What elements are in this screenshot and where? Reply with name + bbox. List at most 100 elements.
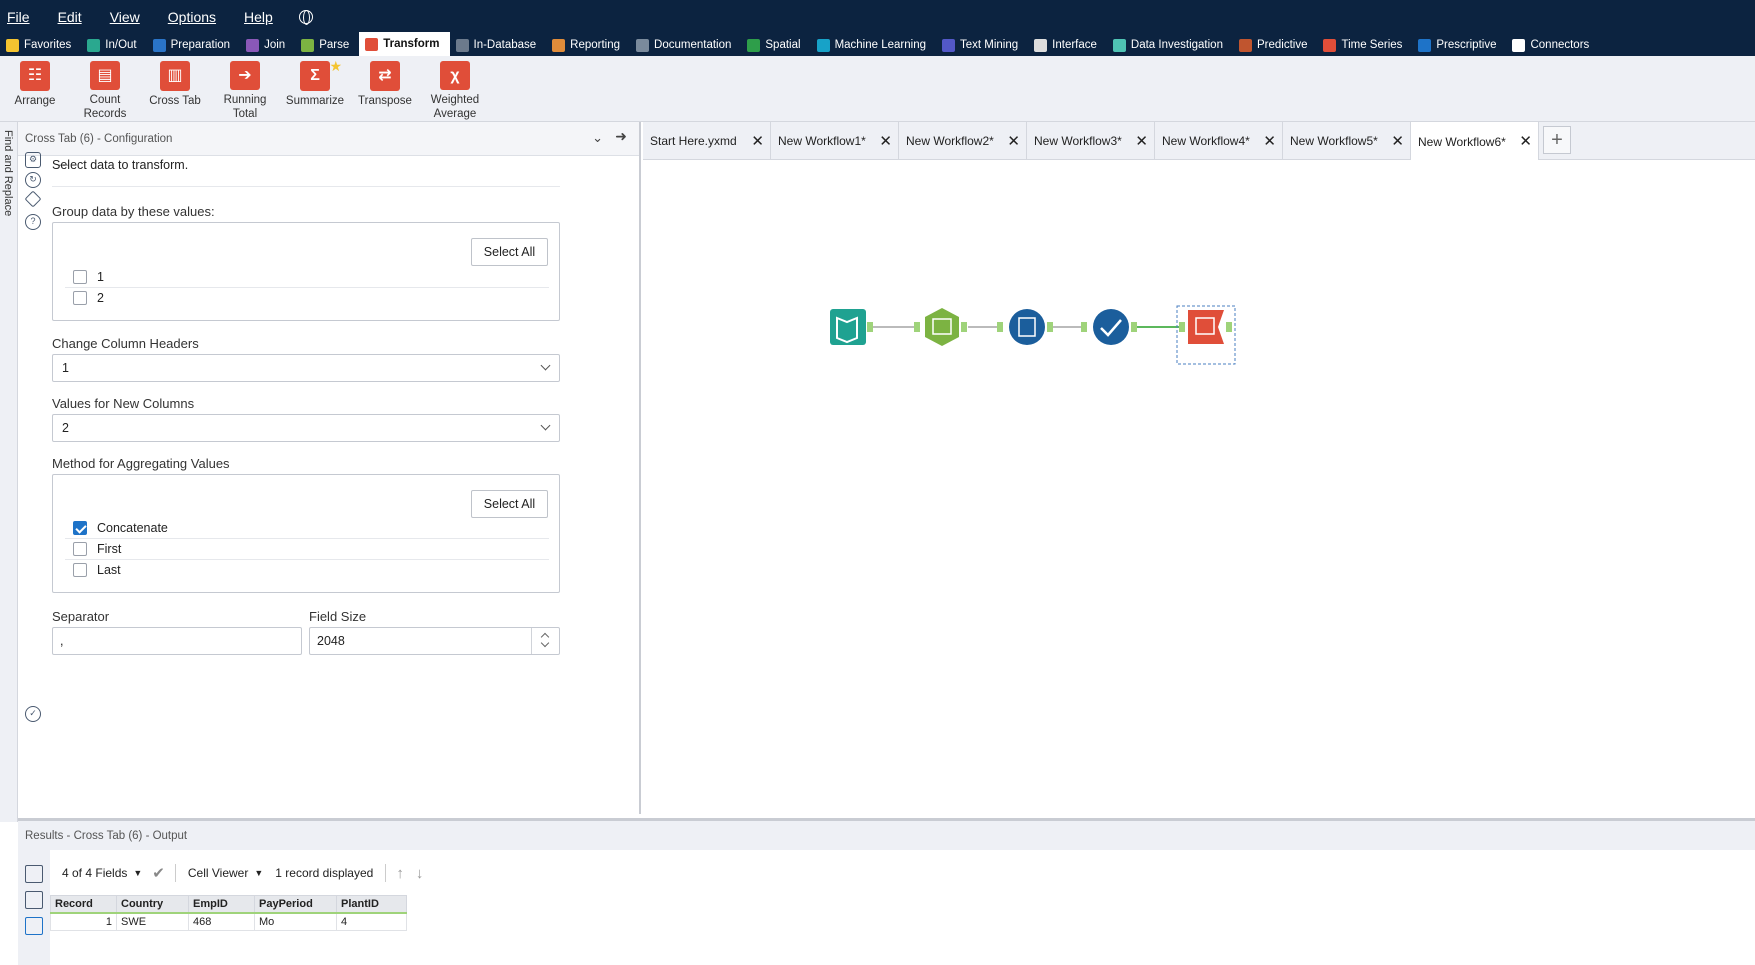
category-tab-favorites[interactable]: Favorites: [0, 34, 81, 56]
workflow-tab[interactable]: New Workflow5* ✕: [1283, 122, 1411, 159]
field-size-stepper[interactable]: [531, 628, 559, 654]
table-cell[interactable]: 4: [336, 912, 407, 931]
new-tab-plus-icon[interactable]: +: [1543, 126, 1571, 154]
cross-tab-tool-selected-icon[interactable]: [1176, 305, 1236, 365]
category-tab-text-mining[interactable]: Text Mining: [936, 34, 1028, 56]
column-header[interactable]: EmpID: [188, 895, 255, 914]
arrow-up-icon[interactable]: ↑: [396, 865, 404, 882]
table-view-icon[interactable]: [25, 865, 43, 883]
close-icon[interactable]: ✕: [1135, 132, 1148, 150]
method-last[interactable]: Last: [73, 563, 121, 577]
column-header[interactable]: Country: [116, 895, 189, 914]
table-cell[interactable]: SWE: [116, 912, 189, 931]
close-icon[interactable]: ✕: [1007, 132, 1020, 150]
tool-arrange[interactable]: ☷ Arrange: [0, 56, 70, 121]
category-tab-in-out[interactable]: In/Out: [81, 34, 146, 56]
chevron-down-icon[interactable]: [540, 638, 550, 648]
close-icon[interactable]: ✕: [879, 132, 892, 150]
checkbox[interactable]: [73, 542, 87, 556]
category-tab-spatial[interactable]: Spatial: [741, 34, 810, 56]
workflow-tab[interactable]: New Workflow4* ✕: [1155, 122, 1283, 159]
table-cell[interactable]: Mo: [254, 912, 337, 931]
category-tab-transform[interactable]: Transform: [359, 32, 450, 56]
field-size-input[interactable]: 2048: [309, 627, 560, 655]
tool-weighted-average[interactable]: χ Weighted Average: [420, 56, 490, 121]
category-tab-data-investigation[interactable]: Data Investigation: [1107, 34, 1233, 56]
select-tool-icon[interactable]: [914, 308, 967, 346]
chevron-down-icon[interactable]: ⌄: [592, 130, 603, 146]
category-tab-interface[interactable]: Interface: [1028, 34, 1107, 56]
category-tab-predictive[interactable]: Predictive: [1233, 34, 1318, 56]
globe-icon[interactable]: [298, 10, 313, 25]
workflow-canvas[interactable]: [643, 160, 1755, 814]
chevron-down-icon[interactable]: ▼: [254, 868, 263, 878]
category-tab-prescriptive[interactable]: Prescriptive: [1412, 34, 1506, 56]
tool-transpose[interactable]: ⇄ Transpose: [350, 56, 420, 121]
close-icon[interactable]: ✕: [1263, 132, 1276, 150]
method-concatenate[interactable]: Concatenate: [73, 521, 168, 535]
tag-icon[interactable]: [24, 190, 42, 208]
group-field-1[interactable]: 1: [73, 270, 104, 284]
menu-view[interactable]: View: [96, 9, 154, 25]
menu-help[interactable]: Help: [230, 9, 287, 25]
chevron-down-icon[interactable]: ▼: [133, 868, 142, 878]
category-tab-connectors[interactable]: Connectors: [1506, 34, 1599, 56]
new-columns-values-select[interactable]: 2: [52, 414, 560, 442]
gear-icon[interactable]: ⚙: [25, 152, 41, 168]
category-tab-machine-learning[interactable]: Machine Learning: [811, 34, 936, 56]
category-tab-documentation[interactable]: Documentation: [630, 34, 741, 56]
separator-input[interactable]: ,: [52, 627, 302, 655]
column-header[interactable]: PlantID: [336, 895, 407, 914]
column-header[interactable]: Record: [50, 895, 117, 914]
fields-dropdown[interactable]: 4 of 4 Fields: [62, 866, 127, 880]
tool-cross-tab[interactable]: ▥ Cross Tab: [140, 56, 210, 121]
apply-check-icon[interactable]: ✔: [152, 864, 165, 882]
column-headers-select[interactable]: 1: [52, 354, 560, 382]
category-tab-reporting[interactable]: Reporting: [546, 34, 630, 56]
category-tab-in-database[interactable]: In-Database: [450, 34, 547, 56]
workflow-tab[interactable]: New Workflow6* ✕: [1411, 122, 1539, 161]
find-replace-tab[interactable]: Find and Replace: [2, 130, 14, 216]
arrow-down-icon[interactable]: ↓: [416, 865, 424, 882]
category-tab-join[interactable]: Join: [240, 34, 295, 56]
workflow-tab[interactable]: Start Here.yxmd ✕: [643, 122, 771, 159]
metadata-view-icon[interactable]: [25, 891, 43, 909]
tool-summarize[interactable]: Σ Summarize ★: [280, 56, 350, 121]
data-view-icon[interactable]: [25, 917, 43, 935]
connection-icon[interactable]: ↻: [25, 172, 41, 188]
data-cleansing-tool-icon[interactable]: [997, 309, 1053, 345]
checkbox[interactable]: [73, 291, 87, 305]
category-tab-parse[interactable]: Parse: [295, 34, 359, 56]
table-cell[interactable]: 1: [50, 912, 117, 931]
close-icon[interactable]: ✕: [751, 132, 764, 150]
column-header[interactable]: PayPeriod: [254, 895, 337, 914]
workflow-tab[interactable]: New Workflow2* ✕: [899, 122, 1027, 159]
category-tab-time-series[interactable]: Time Series: [1317, 34, 1412, 56]
test-tool-icon[interactable]: [1081, 309, 1137, 345]
workflow-tab[interactable]: New Workflow3* ✕: [1027, 122, 1155, 159]
tool-running-total[interactable]: ➔ Running Total: [210, 56, 280, 121]
close-icon[interactable]: ✕: [1519, 132, 1532, 150]
menu-options[interactable]: Options: [154, 9, 230, 25]
table-row[interactable]: 1 SWE 468 Mo 4: [50, 912, 407, 931]
table-cell[interactable]: 468: [188, 912, 255, 931]
tool-count-records[interactable]: ▤ Count Records: [70, 56, 140, 121]
checkbox[interactable]: [73, 270, 87, 284]
select-all-group-button[interactable]: Select All: [471, 238, 548, 266]
help-icon[interactable]: ?: [25, 214, 41, 230]
checkbox-checked[interactable]: [73, 521, 87, 535]
results-grid[interactable]: Record Country EmpID PayPeriod PlantID 1 SWE 4…: [50, 895, 407, 931]
category-tab-preparation[interactable]: Preparation: [147, 34, 240, 56]
workflow-tab[interactable]: New Workflow1* ✕: [771, 122, 899, 159]
group-field-2[interactable]: 2: [73, 291, 104, 305]
cell-viewer-dropdown[interactable]: Cell Viewer: [188, 866, 248, 880]
method-first[interactable]: First: [73, 542, 121, 556]
input-data-tool-icon[interactable]: [830, 309, 873, 345]
check-icon[interactable]: ✓: [25, 706, 41, 722]
pin-icon[interactable]: ➜: [615, 128, 627, 145]
select-all-method-button[interactable]: Select All: [471, 490, 548, 518]
close-icon[interactable]: ✕: [1391, 132, 1404, 150]
checkbox[interactable]: [73, 563, 87, 577]
menu-edit[interactable]: Edit: [44, 9, 96, 25]
menu-file[interactable]: File: [0, 9, 44, 25]
